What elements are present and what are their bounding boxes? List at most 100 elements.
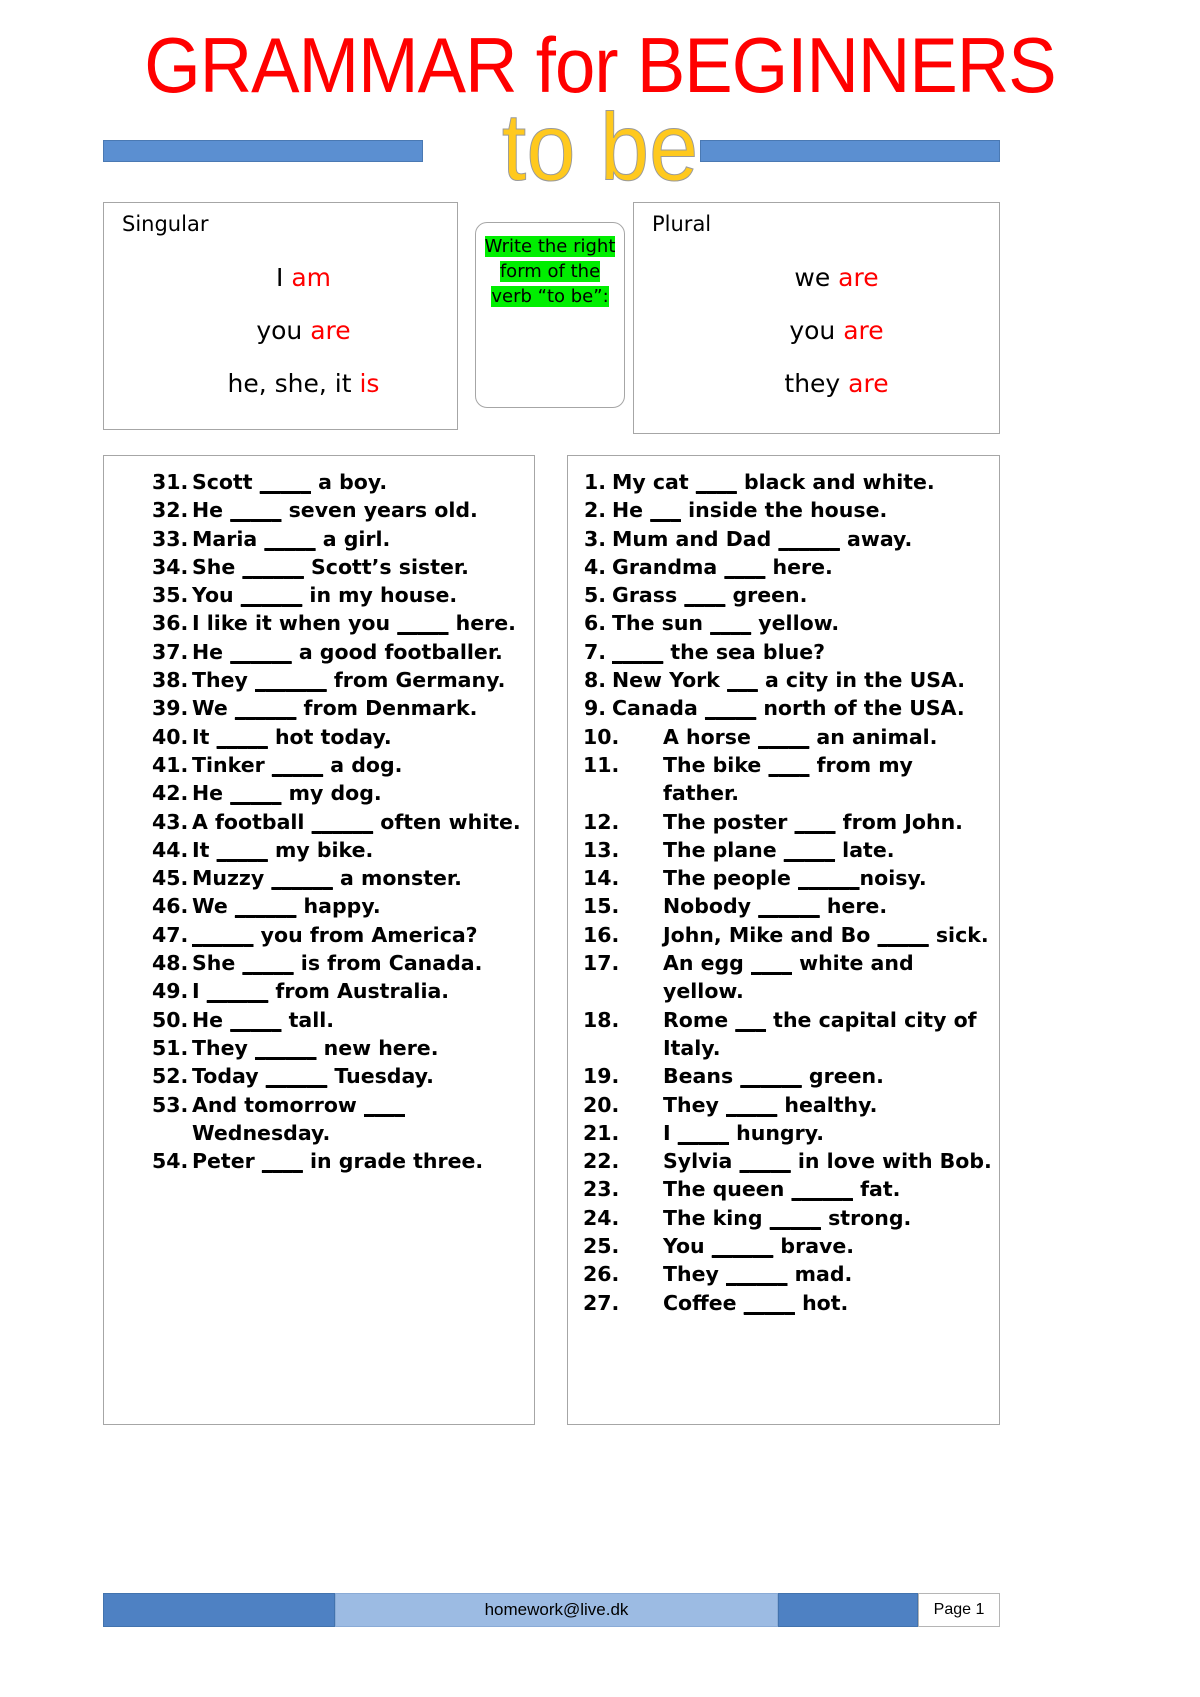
answer-blank[interactable]: ______ (778, 527, 840, 551)
exercise-sentence: A football ______ often white. (192, 809, 521, 834)
answer-blank[interactable]: ____ (684, 583, 725, 607)
exercise-sentence: They ______ mad. (663, 1262, 853, 1287)
pronoun: you (256, 316, 303, 345)
exercise-sentence: You ______ brave. (663, 1234, 855, 1259)
exercise-item: 40. It _____ hot today. (110, 723, 528, 751)
exercise-item: 24. The king _____ strong. (574, 1204, 993, 1232)
answer-blank[interactable]: _____ (705, 696, 756, 720)
answer-blank[interactable]: _____ (877, 923, 928, 947)
answer-blank[interactable]: _____ (217, 838, 268, 862)
exercise-item: 5. Grass ____ green. (574, 581, 993, 609)
exercise-sentence: I ______ from Australia. (192, 979, 450, 1004)
exercise-item: 46. We ______ happy. (110, 892, 528, 920)
answer-blank[interactable]: _____ (758, 725, 809, 749)
exercise-item: 26. They ______ mad. (574, 1260, 993, 1288)
answer-blank[interactable]: _____ (740, 1149, 791, 1173)
answer-blank[interactable]: _____ (230, 781, 281, 805)
answer-blank[interactable]: ____ (751, 951, 792, 975)
answer-blank[interactable]: _____ (744, 1291, 795, 1315)
exercise-number: 11. (583, 752, 620, 777)
exercise-sentence: It _____ my bike. (192, 837, 374, 862)
exercise-number: 2. (584, 498, 607, 523)
answer-blank[interactable]: ____ (262, 1149, 303, 1173)
exercise-sentence: Maria _____ a girl. (192, 526, 391, 551)
answer-blank[interactable]: ____ (724, 555, 765, 579)
conjugation-line: you are (150, 304, 457, 357)
answer-blank[interactable]: ____ (696, 470, 737, 494)
exercise-sentence: The sun ____ yellow. (612, 611, 840, 636)
exercise-item: 9. Canada _____ north of the USA. (574, 694, 993, 722)
exercise-item: 22. Sylvia _____ in love with Bob. (574, 1147, 993, 1175)
answer-blank[interactable]: _____ (230, 498, 281, 522)
exercise-number: 7. (584, 639, 607, 664)
answer-blank[interactable]: _____ (726, 1093, 777, 1117)
exercise-item: 54. Peter ____ in grade three. (110, 1147, 528, 1175)
footer-email: homework@live.dk (484, 1600, 629, 1619)
exercise-sentence: He ______ a good footballer. (192, 639, 503, 664)
answer-blank[interactable]: ______ (758, 894, 820, 918)
exercise-sentence: John, Mike and Bo _____ sick. (663, 922, 989, 947)
answer-blank[interactable]: ______ (798, 866, 860, 890)
pronoun: I (275, 263, 284, 292)
answer-blank[interactable]: ___ (735, 1008, 766, 1032)
answer-blank[interactable]: ______ (740, 1064, 802, 1088)
answer-blank[interactable]: ______ (266, 1064, 328, 1088)
exercise-number: 48. (152, 951, 189, 976)
exercise-number: 23. (583, 1177, 620, 1202)
answer-blank[interactable]: ___ (650, 498, 681, 522)
answer-blank[interactable]: ____ (768, 753, 809, 777)
exercise-number: 5. (584, 583, 607, 608)
answer-blank[interactable]: _____ (784, 838, 835, 862)
exercise-sentence: She _____ is from Canada. (192, 951, 483, 976)
answer-blank[interactable]: ____ (710, 611, 751, 635)
exercise-number: 44. (152, 837, 189, 862)
footer-bar-left (103, 1593, 335, 1627)
answer-blank[interactable]: _____ (678, 1121, 729, 1145)
answer-blank[interactable]: ______ (791, 1177, 853, 1201)
instruction-callout: Write the right form of the verb “to be”… (475, 222, 625, 408)
answer-blank[interactable]: _______ (255, 668, 327, 692)
answer-blank[interactable]: ______ (271, 866, 333, 890)
answer-blank[interactable]: _____ (770, 1206, 821, 1230)
exercise-sentence: The queen ______ fat. (663, 1177, 901, 1202)
answer-blank[interactable]: ______ (241, 583, 303, 607)
answer-blank[interactable]: ______ (712, 1234, 774, 1258)
answer-blank[interactable]: _____ (272, 753, 323, 777)
answer-blank[interactable]: _____ (612, 640, 663, 664)
exercise-sentence: Today ______ Tuesday. (192, 1064, 434, 1089)
exercise-item: 11. The bike ____ from my father. (574, 751, 993, 808)
exercise-number: 45. (152, 866, 189, 891)
answer-blank[interactable]: ____ (795, 810, 836, 834)
exercise-item: 17. An egg ____ white and yellow. (574, 949, 993, 1006)
answer-blank[interactable]: ______ (255, 1036, 317, 1060)
pronoun: you (789, 316, 836, 345)
answer-blank[interactable]: _____ (397, 611, 448, 635)
exercise-number: 9. (584, 696, 607, 721)
exercise-number: 47. (152, 922, 189, 947)
answer-blank[interactable]: ____ (364, 1093, 405, 1117)
answer-blank[interactable]: ___ (727, 668, 758, 692)
exercise-item: 16. John, Mike and Bo _____ sick. (574, 921, 993, 949)
answer-blank[interactable]: ______ (207, 979, 269, 1003)
exercise-item: 18. Rome ___ the capital city of Italy. (574, 1006, 993, 1063)
answer-blank[interactable]: ______ (726, 1262, 788, 1286)
answer-blank[interactable]: _____ (260, 470, 311, 494)
answer-blank[interactable]: ______ (235, 696, 297, 720)
answer-blank[interactable]: _____ (230, 1008, 281, 1032)
footer-email-bar: homework@live.dk (335, 1593, 778, 1627)
exercise-item: 13. The plane _____ late. (574, 836, 993, 864)
answer-blank[interactable]: ______ (235, 894, 297, 918)
answer-blank[interactable]: _____ (217, 725, 268, 749)
exercise-number: 46. (152, 894, 189, 919)
exercise-sentence: Coffee _____ hot. (663, 1290, 849, 1315)
answer-blank[interactable]: _____ (242, 951, 293, 975)
answer-blank[interactable]: ______ (230, 640, 292, 664)
answer-blank[interactable]: ______ (192, 923, 254, 947)
answer-blank[interactable]: ______ (312, 810, 374, 834)
exercise-number: 25. (583, 1234, 620, 1259)
exercise-item: 42. He _____ my dog. (110, 779, 528, 807)
exercise-sentence: An egg ____ white and yellow. (663, 951, 914, 1004)
answer-blank[interactable]: ______ (242, 555, 304, 579)
answer-blank[interactable]: _____ (264, 527, 315, 551)
exercise-number: 21. (583, 1120, 620, 1145)
